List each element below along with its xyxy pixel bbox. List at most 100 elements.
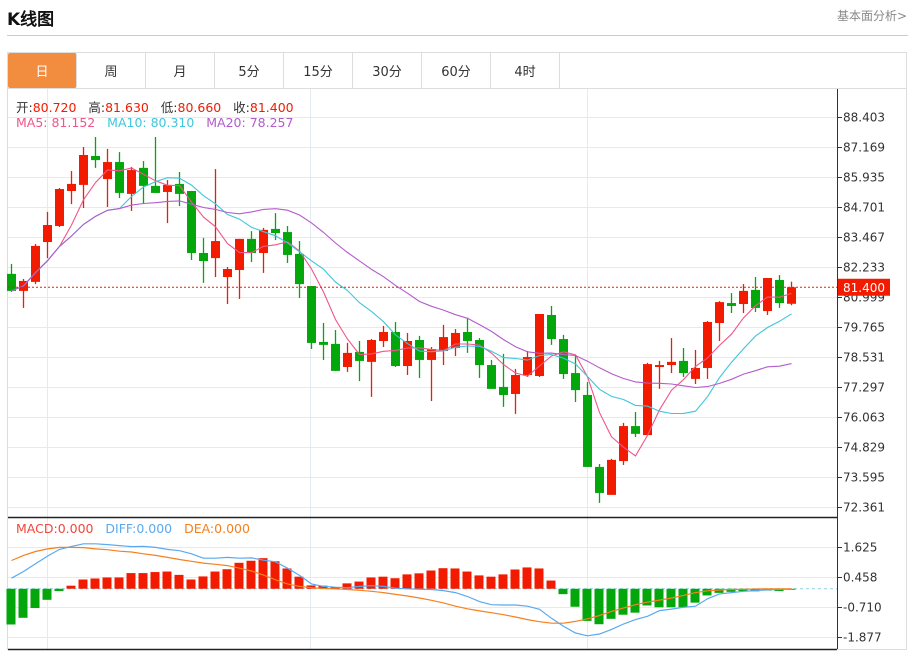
macd-bar-positive: [66, 585, 76, 589]
ohlc-legend: 开:80.720 高:81.630 低:80.660 收:81.400: [16, 97, 294, 116]
macd-value: 0.000: [57, 521, 94, 536]
high-value: 81.630: [105, 100, 149, 115]
macd-bar-positive: [90, 578, 100, 589]
price-tick-label: 87.169: [843, 141, 885, 155]
ma5-line: [11, 167, 792, 457]
macd-bar-positive: [114, 577, 124, 589]
macd-bar-negative: [618, 588, 628, 615]
macd-bar-negative: [654, 588, 664, 608]
macd-bar-positive: [450, 568, 460, 589]
macd-bar-negative: [30, 588, 40, 609]
macd-legend: MACD:0.000 DIFF:0.000 DEA:0.000: [16, 521, 250, 536]
candle-up: [739, 290, 748, 305]
price-tick-label: 72.361: [843, 501, 885, 515]
price-tick-label: 85.935: [843, 171, 885, 185]
candle-up: [43, 225, 52, 243]
candle-up: [55, 189, 64, 226]
close-label: 收:: [233, 100, 250, 115]
macd-bar-positive: [402, 574, 412, 589]
price-tick-label: 78.531: [843, 351, 885, 365]
candle-down: [199, 252, 208, 261]
macd-bar-positive: [126, 573, 136, 589]
candle-up: [343, 352, 352, 367]
candle-down: [151, 185, 160, 193]
macd-bar-positive: [246, 560, 256, 589]
candle-up: [127, 170, 136, 194]
diff-label: DIFF:: [105, 521, 137, 536]
ma10-label: MA10:: [107, 115, 151, 130]
price-tick-label: 79.765: [843, 321, 885, 335]
macd-bar-positive: [162, 571, 172, 589]
candle-down: [475, 340, 484, 366]
ma10-line: [11, 177, 792, 415]
candle-down: [139, 167, 148, 186]
macd-bar-negative: [570, 588, 580, 607]
price-tick-label: 82.233: [843, 261, 885, 275]
candle-up: [607, 459, 616, 495]
macd-bar-positive: [522, 567, 532, 589]
macd-bar-negative: [630, 588, 640, 613]
macd-bar-positive: [534, 568, 544, 589]
macd-bar-negative: [582, 588, 592, 621]
macd-bar-positive: [486, 576, 496, 589]
macd-bar-positive: [102, 577, 112, 589]
macd-bar-negative: [42, 588, 52, 600]
candle-down: [463, 331, 472, 341]
candle-up: [427, 349, 436, 360]
ma20-line: [11, 200, 792, 389]
candle-up: [511, 375, 520, 394]
candle-down: [295, 253, 304, 285]
candle-down: [319, 341, 328, 345]
macd-bar-positive: [498, 574, 508, 589]
ma-legend: MA5: 81.152 MA10: 80.310 MA20: 78.257: [16, 115, 293, 130]
candle-up: [235, 238, 244, 270]
candle-down: [7, 273, 16, 291]
candle-up: [379, 331, 388, 341]
candle-down: [487, 365, 496, 389]
dea-value: 0.000: [214, 521, 250, 536]
price-tick-label: 83.467: [843, 231, 885, 245]
candle-up: [655, 365, 664, 367]
candle-down: [559, 339, 568, 375]
candle-up: [703, 322, 712, 368]
low-label: 低:: [160, 100, 178, 115]
ma5-label: MA5:: [16, 115, 52, 130]
macd-label: MACD:: [16, 521, 58, 536]
candle-down: [271, 228, 280, 234]
diff-value: 0.000: [136, 521, 173, 536]
candle-down: [187, 190, 196, 253]
macd-bar-negative: [18, 588, 28, 618]
candle-up: [619, 426, 628, 462]
candle-down: [355, 351, 364, 361]
macd-bar-positive: [426, 570, 436, 589]
candle-up: [367, 340, 376, 362]
macd-bar-positive: [474, 575, 484, 589]
macd-bar-positive: [210, 571, 220, 589]
candle-down: [307, 286, 316, 343]
ma10-value: 80.310: [150, 115, 195, 130]
macd-bar-positive: [270, 561, 280, 589]
macd-bar-positive: [366, 577, 376, 589]
macd-bar-positive: [186, 579, 196, 589]
candle-up: [223, 269, 232, 278]
candle-up: [211, 241, 220, 259]
candle-up: [163, 184, 172, 192]
candle-up: [79, 154, 88, 185]
macd-bar-negative: [678, 588, 688, 608]
candle-down: [91, 155, 100, 161]
candle-up: [643, 364, 652, 436]
price-tick-label: 73.595: [843, 471, 885, 485]
macd-bar-positive: [234, 562, 244, 589]
macd-bar-positive: [222, 569, 232, 589]
ma20-value: 78.257: [249, 115, 294, 130]
price-tick-label: 76.063: [843, 411, 885, 425]
candle-down: [775, 279, 784, 304]
macd-tick-label: 0.458: [843, 571, 877, 585]
macd-bar-positive: [462, 571, 472, 589]
price-tick-label: 84.701: [843, 201, 885, 215]
close-value: 81.400: [249, 100, 294, 115]
price-tick-label: 88.403: [843, 111, 885, 125]
candle-up: [787, 287, 796, 304]
macd-bar-negative: [6, 588, 16, 625]
macd-bar-positive: [438, 568, 448, 589]
